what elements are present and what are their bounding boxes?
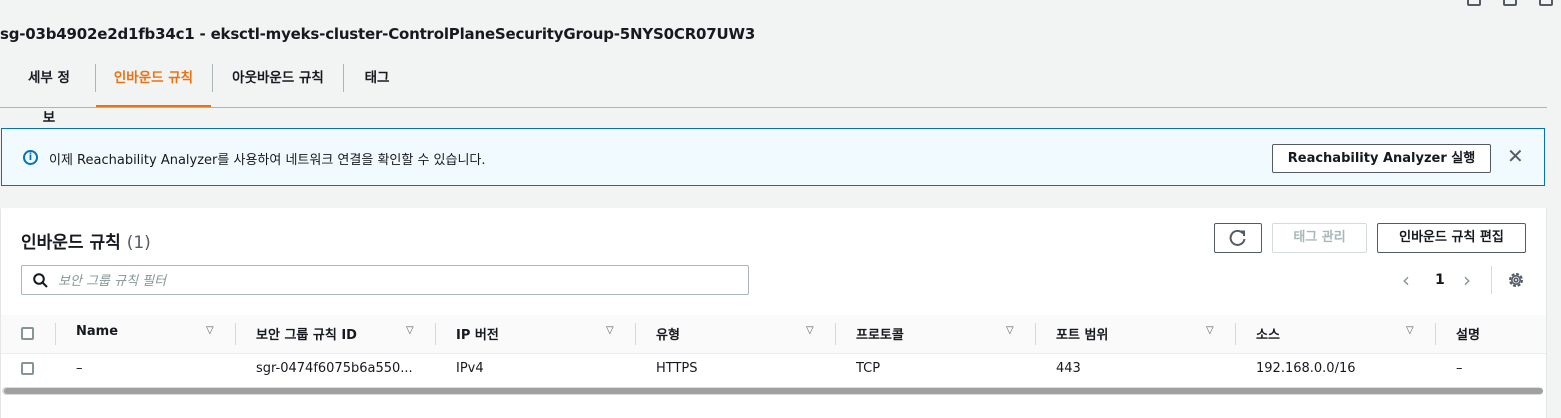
panel-title-text: 인바운드 규칙: [21, 233, 121, 253]
panel-layout-icon[interactable]: [1539, 0, 1553, 6]
panel-title: 인바운드 규칙 (1): [21, 228, 151, 253]
tab-outbound-rules[interactable]: 아웃바운드 규칙: [232, 58, 324, 107]
column-header-port-range[interactable]: 포트 범위: [1056, 324, 1108, 343]
tab-divider: [343, 64, 344, 92]
column-header-name[interactable]: Name: [76, 324, 118, 339]
previous-page-icon[interactable]: ‹: [1402, 268, 1410, 292]
column-header-ip-version[interactable]: IP 버전: [456, 324, 499, 343]
column-divider: [835, 323, 836, 345]
cell-rule-id: sgr-0474f6075b6a550...: [256, 361, 413, 376]
sort-icon[interactable]: ▽: [1006, 325, 1014, 336]
info-alert: i 이제 Reachability Analyzer를 사용하여 네트워크 연결…: [1, 128, 1545, 186]
settings-gear-icon[interactable]: [1507, 271, 1525, 293]
tab-tags[interactable]: 태그: [363, 58, 391, 107]
current-page[interactable]: 1: [1435, 272, 1445, 288]
cell-name: –: [76, 361, 83, 376]
tab-inbound-rules[interactable]: 인바운드 규칙: [96, 58, 211, 107]
sort-icon[interactable]: ▽: [406, 325, 414, 336]
sort-icon[interactable]: ▽: [1206, 325, 1214, 336]
pagination-divider: [1491, 266, 1492, 294]
refresh-button[interactable]: [1214, 223, 1262, 253]
cell-ip-version: IPv4: [456, 361, 484, 376]
sort-icon[interactable]: ▽: [606, 325, 614, 336]
cell-description: –: [1456, 361, 1463, 376]
column-divider: [635, 323, 636, 345]
sort-icon[interactable]: ▽: [1406, 325, 1414, 336]
column-divider: [435, 323, 436, 345]
cell-protocol: TCP: [856, 361, 881, 376]
cell-port-range: 443: [1056, 361, 1081, 376]
row-checkbox[interactable]: [21, 362, 34, 375]
refresh-icon: [1229, 230, 1246, 246]
tab-details[interactable]: 세부 정보: [22, 58, 76, 126]
column-header-rule-id[interactable]: 보안 그룹 규칙 ID: [256, 324, 357, 343]
table-header: Name ▽ 보안 그룹 규칙 ID ▽ IP 버전 ▽ 유형 ▽ 프로토콜 ▽…: [1, 315, 1546, 354]
alert-message: 이제 Reachability Analyzer를 사용하여 네트워크 연결을 …: [49, 153, 486, 168]
sort-icon[interactable]: ▽: [806, 325, 814, 336]
edit-inbound-rules-button[interactable]: 인바운드 규칙 편집: [1377, 223, 1526, 253]
scrollbar-thumb[interactable]: [4, 388, 1543, 394]
filter-input[interactable]: [56, 269, 740, 293]
rule-filter: [21, 265, 749, 295]
tab-bar: 세부 정보 인바운드 규칙 아웃바운드 규칙 태그: [0, 58, 1547, 126]
cell-source: 192.168.0.0/16: [1256, 361, 1356, 376]
column-divider: [55, 323, 56, 345]
horizontal-scrollbar[interactable]: [2, 387, 1543, 395]
close-icon[interactable]: ✕: [1507, 146, 1524, 166]
page-title: sg-03b4902e2d1fb34c1 - eksctl-myeks-clus…: [0, 25, 756, 43]
panel-layout-icon[interactable]: [1467, 0, 1481, 6]
search-icon: [33, 273, 48, 288]
panel-layout-icon[interactable]: [1503, 0, 1517, 6]
run-reachability-analyzer-button[interactable]: Reachability Analyzer 실행: [1272, 144, 1491, 173]
cell-type: HTTPS: [656, 361, 698, 376]
manage-tags-button[interactable]: 태그 관리: [1272, 223, 1367, 253]
tab-divider: [212, 64, 213, 92]
column-divider: [235, 323, 236, 345]
column-header-type[interactable]: 유형: [656, 324, 680, 343]
column-header-source[interactable]: 소스: [1256, 324, 1280, 343]
table-row[interactable]: – sgr-0474f6075b6a550... IPv4 HTTPS TCP …: [1, 354, 1546, 384]
column-divider: [1035, 323, 1036, 345]
column-header-description[interactable]: 설명: [1456, 324, 1480, 343]
window-controls: [1467, 0, 1553, 6]
info-icon: i: [23, 150, 38, 165]
column-header-protocol[interactable]: 프로토콜: [856, 324, 904, 343]
rule-count: (1): [126, 233, 151, 253]
next-page-icon[interactable]: ›: [1463, 268, 1471, 292]
column-divider: [1435, 323, 1436, 345]
column-divider: [1235, 323, 1236, 345]
sort-icon[interactable]: ▽: [206, 325, 214, 336]
select-all-checkbox[interactable]: [21, 327, 34, 340]
